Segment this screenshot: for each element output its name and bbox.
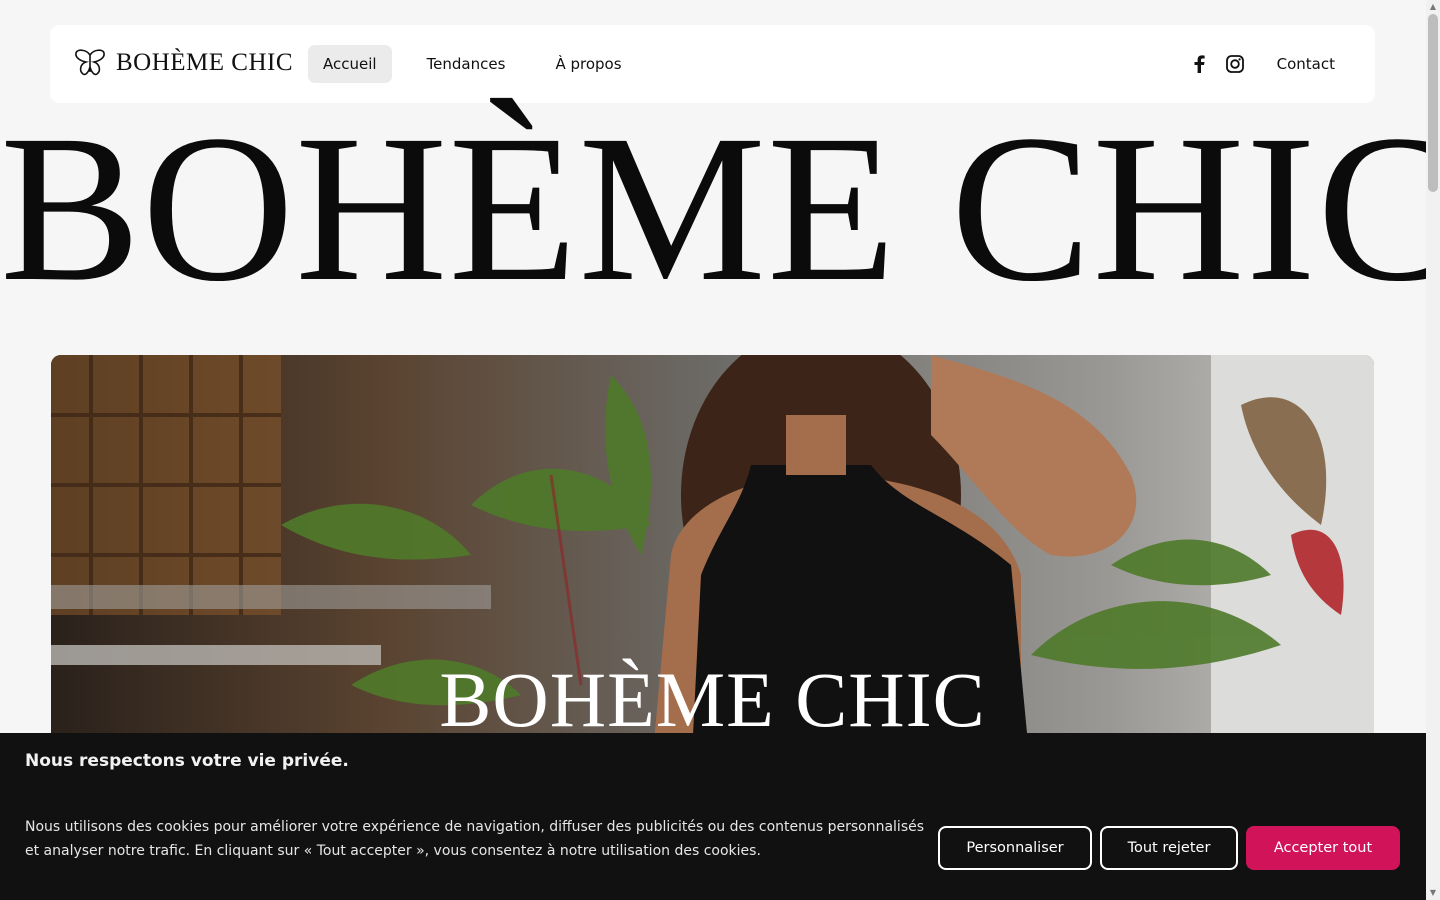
page-scrollbar[interactable]: ▲ ▼ [1426,0,1440,900]
nav-item-a-propos[interactable]: À propos [540,45,636,83]
customize-button[interactable]: Personnaliser [938,826,1092,870]
scroll-up-icon[interactable]: ▲ [1429,3,1437,11]
cookie-text: Nous utilisons des cookies pour améliore… [25,819,925,859]
hero-title: BOHÈME CHIC [0,91,1440,325]
cookie-banner: Nous respectons votre vie privée. Nous u… [0,733,1426,900]
cookie-title: Nous respectons votre vie privée. [25,751,349,771]
butterfly-icon [75,49,105,76]
hero-image: BOHÈME CHIC [51,355,1374,775]
instagram-icon[interactable] [1225,54,1245,74]
site-logo[interactable]: BOHÈME CHIC [74,47,293,79]
logo-text: BOHÈME CHIC [116,49,294,76]
facebook-icon[interactable] [1189,54,1209,74]
contact-link[interactable]: Contact [1277,45,1335,83]
hero-image-caption: BOHÈME CHIC [439,656,986,743]
nav-item-tendances[interactable]: Tendances [412,45,521,83]
nav-item-accueil[interactable]: Accueil [308,45,392,83]
header-actions: Contact [1173,45,1335,83]
scrollbar-thumb[interactable] [1428,14,1438,192]
scroll-down-icon[interactable]: ▼ [1429,889,1437,897]
reject-all-button[interactable]: Tout rejeter [1100,826,1238,870]
accept-all-button[interactable]: Accepter tout [1246,826,1400,870]
main-nav: Accueil Tendances À propos [308,45,657,83]
